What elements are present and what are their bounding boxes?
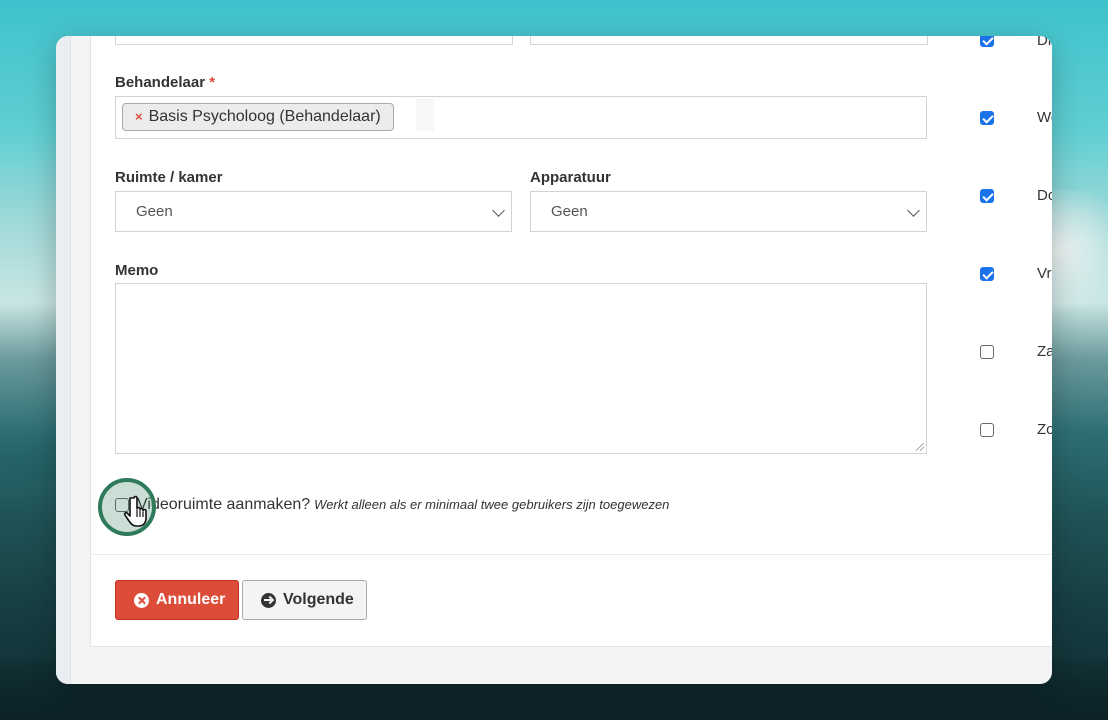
- ruimte-selected-value: Geen: [136, 203, 173, 220]
- chevron-down-icon: [907, 204, 920, 217]
- video-room-label[interactable]: Videoruimte aanmaken? Werkt alleen als er…: [137, 496, 669, 514]
- cancel-button-label: Annuleer: [156, 591, 226, 608]
- previous-row-input-right[interactable]: [530, 36, 928, 45]
- day-checkbox-do[interactable]: [980, 189, 994, 203]
- day-label-zo: Zo: [1037, 421, 1052, 438]
- selected-tag: × Basis Psycholoog (Behandelaar): [122, 103, 394, 131]
- next-button-label: Volgende: [283, 591, 354, 608]
- memo-label: Memo: [115, 262, 159, 279]
- app-window: Behandelaar * × Basis Psycholoog (Behande…: [56, 36, 1052, 684]
- footer-divider: [91, 554, 1052, 555]
- hand-cursor-icon: [123, 495, 147, 527]
- ruimte-label: Ruimte / kamer: [115, 169, 223, 186]
- day-checkbox-wo[interactable]: [980, 111, 994, 125]
- day-checkbox-zo[interactable]: [980, 423, 994, 437]
- day-checkbox-vr[interactable]: [980, 267, 994, 281]
- day-checkbox-di[interactable]: [980, 36, 994, 47]
- tag-remove-icon[interactable]: ×: [135, 109, 143, 124]
- behandelaar-select[interactable]: × Basis Psycholoog (Behandelaar): [115, 96, 927, 139]
- day-label-do: Do: [1037, 187, 1052, 204]
- day-label-vr: Vr: [1037, 265, 1052, 282]
- tag-search-input[interactable]: [416, 99, 434, 131]
- previous-row-input-left[interactable]: [115, 36, 513, 45]
- memo-textarea[interactable]: [115, 283, 927, 454]
- day-checkbox-za[interactable]: [980, 345, 994, 359]
- apparatuur-label: Apparatuur: [530, 169, 611, 186]
- required-mark: *: [209, 74, 216, 91]
- arrow-right-circle-icon: [261, 592, 276, 608]
- behandelaar-label: Behandelaar *: [115, 74, 216, 91]
- selected-tag-label: Basis Psycholoog (Behandelaar): [148, 108, 381, 125]
- sidebar-strip: [56, 36, 71, 684]
- day-label-di: Di: [1037, 36, 1052, 49]
- apparatuur-select[interactable]: Geen: [530, 191, 927, 232]
- cancel-button[interactable]: Annuleer: [115, 580, 239, 620]
- close-circle-icon: [134, 592, 149, 608]
- resize-handle-icon[interactable]: [916, 443, 924, 451]
- form-panel: Behandelaar * × Basis Psycholoog (Behande…: [90, 36, 1052, 647]
- apparatuur-selected-value: Geen: [551, 203, 588, 220]
- chevron-down-icon: [492, 204, 505, 217]
- ruimte-select[interactable]: Geen: [115, 191, 512, 232]
- video-room-hint: Werkt alleen als er minimaal twee gebrui…: [314, 497, 670, 512]
- next-button[interactable]: Volgende: [242, 580, 367, 620]
- day-label-wo: Wo: [1037, 109, 1052, 126]
- day-label-za: Za: [1037, 343, 1052, 360]
